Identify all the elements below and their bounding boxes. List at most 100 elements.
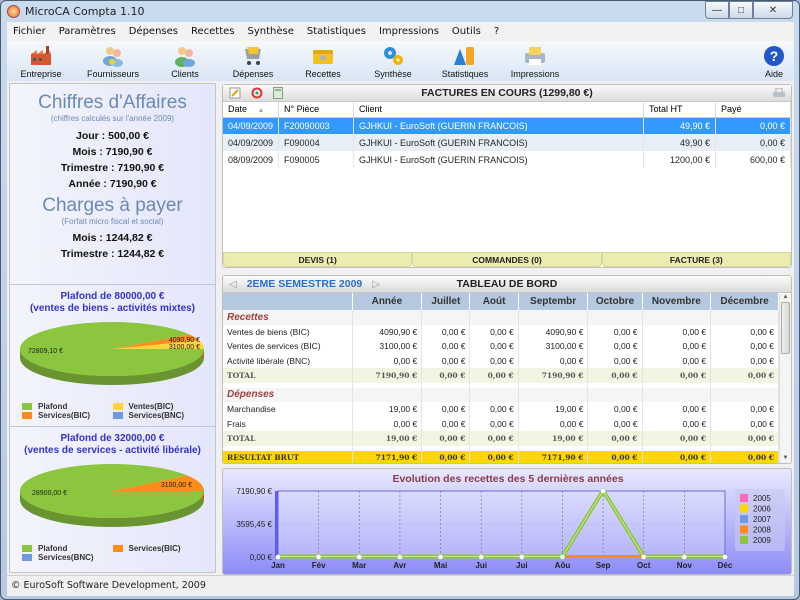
status-bar: © EuroSoft Software Development, 2009 <box>7 575 794 596</box>
legend-swatch <box>22 554 32 561</box>
legend-item: Plafond <box>22 544 113 553</box>
cell-total: 1200,00 € <box>643 151 717 168</box>
pie-label: 28900,00 € <box>32 490 67 497</box>
x-tick-label: Mai <box>434 561 447 570</box>
x-tick-label: Déc <box>718 561 733 570</box>
legend-item: Services(BIC) <box>22 411 113 420</box>
close-button[interactable]: ✕ <box>753 1 793 19</box>
minimize-button[interactable]: — <box>705 1 729 19</box>
col-client[interactable]: Client <box>353 102 645 118</box>
data-point <box>478 554 484 560</box>
cell-value: 7190,90 € <box>518 368 589 383</box>
next-period-icon[interactable]: ▷ <box>372 279 380 290</box>
cell-value: 0,00 € <box>518 353 589 368</box>
col-septembre: Septembr <box>518 293 589 310</box>
col-paid[interactable]: Payé <box>715 102 791 118</box>
cell-value: 0,00 € <box>642 324 712 339</box>
legend-label: 2008 <box>753 526 771 535</box>
legend-label: Services(BNC) <box>128 411 185 420</box>
maximize-button[interactable]: □ <box>729 1 753 19</box>
cell-value: 0,00 € <box>421 339 471 354</box>
col-piece[interactable]: N° Pièce <box>278 102 355 118</box>
toolbar-clients-button[interactable]: Clients <box>163 41 207 81</box>
cell-value: 0,00 € <box>421 353 471 368</box>
cell-value <box>710 387 779 402</box>
cell-value: 0,00 € <box>469 368 519 383</box>
cell-value <box>352 387 423 402</box>
toolbar-entreprise-button[interactable]: Entreprise <box>19 41 63 81</box>
data-point <box>438 554 443 560</box>
menu-synthese[interactable]: Synthèse <box>248 26 294 37</box>
cell-value: 0,00 € <box>642 353 712 368</box>
cell-value: 0,00 € <box>642 368 712 383</box>
scroll-thumb[interactable] <box>781 302 790 354</box>
revenue-chart-panel: Evolution des recettes des 5 dernières a… <box>222 468 792 575</box>
tab-facture[interactable]: FACTURE (3) <box>601 252 791 267</box>
menu-parametres[interactable]: Paramètres <box>59 26 116 37</box>
menu-help[interactable]: ? <box>494 26 499 37</box>
toolbar-depenses-button[interactable]: Dépenses <box>229 41 277 81</box>
y-axis-bar <box>275 491 278 557</box>
print-icon[interactable] <box>773 88 785 99</box>
menu-outils[interactable]: Outils <box>452 26 481 37</box>
menu-depenses[interactable]: Dépenses <box>129 26 178 37</box>
new-document-icon[interactable] <box>229 87 241 99</box>
col-label: Date <box>228 104 248 115</box>
menu-bar: Fichier Paramètres Dépenses Recettes Syn… <box>7 22 794 41</box>
toolbar-aide-button[interactable]: ? Aide <box>759 41 789 81</box>
row-label: Ventes de biens (BIC) <box>223 324 353 339</box>
refresh-icon[interactable] <box>251 87 263 99</box>
cell-value <box>587 387 643 402</box>
cell-client: GJHKUI - EuroSoft (GUERIN FRANCOIS) <box>353 151 645 168</box>
cell-value: 0,00 € <box>587 353 643 368</box>
menu-recettes[interactable]: Recettes <box>191 26 235 37</box>
toolbar-synthese-button[interactable]: Synthèse <box>369 41 417 81</box>
dashboard-scrollbar[interactable]: ▲ ▼ <box>779 294 791 463</box>
cart-icon <box>245 47 261 65</box>
scroll-up-icon[interactable]: ▲ <box>780 294 791 300</box>
title-bar: MicroCA Compta 1.10 — □ ✕ <box>1 1 799 22</box>
cell-value <box>710 310 779 325</box>
toolbar-label: Clients <box>171 69 199 79</box>
data-point <box>682 554 687 560</box>
scroll-down-icon[interactable]: ▼ <box>780 455 791 461</box>
prev-period-icon[interactable]: ◁ <box>229 279 237 290</box>
toolbar: Entreprise Fournisseurs Clients Dépenses… <box>7 41 794 81</box>
cell-client: GJHKUI - EuroSoft (GUERIN FRANCOIS) <box>353 117 645 134</box>
col-octobre: Octobre <box>587 293 643 310</box>
x-tick-label: Avr <box>393 561 406 570</box>
col-aout: Aoút <box>469 293 519 310</box>
legend-item: Services(BIC) <box>112 544 204 553</box>
toolbar-statistiques-button[interactable]: Statistiques <box>437 41 493 81</box>
invoice-row[interactable]: 04/09/2009 F20090003 GJHKUI - EuroSoft (… <box>223 117 791 134</box>
menu-statistiques[interactable]: Statistiques <box>307 26 366 37</box>
col-date[interactable]: Date ▲ <box>223 102 280 118</box>
toolbar-label: Entreprise <box>20 69 62 79</box>
row-label: Ventes de services (BIC) <box>223 339 353 354</box>
table-row: Ventes de biens (BIC) 4090,90 €0,00 €0,00… <box>223 324 779 339</box>
total-row: TOTAL 19,00 €0,00 €0,00 €19,00 €0,00 €0,0… <box>223 431 779 446</box>
tab-devis[interactable]: DEVIS (1) <box>223 252 413 267</box>
col-total[interactable]: Total HT <box>643 102 717 118</box>
x-tick-label: Nov <box>677 561 693 570</box>
cell-value <box>469 387 519 402</box>
help-icon: ? <box>764 46 784 66</box>
toolbar-recettes-button[interactable]: Recettes <box>301 41 345 81</box>
invoice-row[interactable]: 08/09/2009 F090005 GJHKUI - EuroSoft (GU… <box>223 151 791 168</box>
toolbar-label: Synthèse <box>374 69 412 79</box>
cell-date: 04/09/2009 <box>223 134 280 151</box>
cell-value: 0,00 € <box>710 431 779 446</box>
toolbar-impressions-button[interactable]: Impressions <box>509 41 561 81</box>
menu-fichier[interactable]: Fichier <box>13 26 46 37</box>
legend-swatch <box>112 403 123 410</box>
cell-value: 0,00 € <box>352 416 423 431</box>
toolbar-fournisseurs-button[interactable]: Fournisseurs <box>83 41 143 81</box>
tab-commandes[interactable]: COMMANDES (0) <box>412 252 602 267</box>
menu-impressions[interactable]: Impressions <box>379 26 439 37</box>
pie-label: 72809,10 € <box>28 348 63 355</box>
calculator-icon[interactable] <box>273 87 283 99</box>
y-tick-label: 0,00 € <box>250 553 273 562</box>
invoice-row[interactable]: 04/09/2009 F090004 GJHKUI - EuroSoft (GU… <box>223 134 791 151</box>
cell-value: 0,00 € <box>421 402 471 417</box>
legend-label: 2009 <box>753 536 771 545</box>
